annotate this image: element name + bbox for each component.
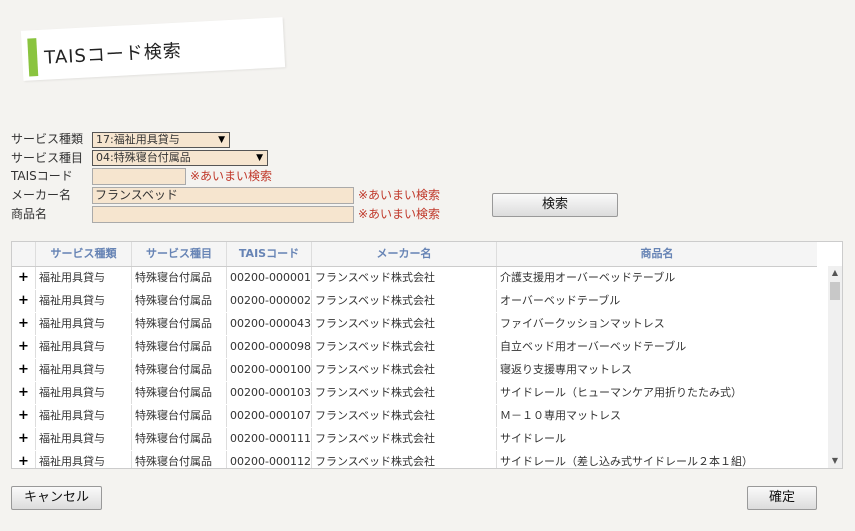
cell-product: 自立ベッド用オーバーベッドテーブル	[500, 340, 687, 353]
column-header-maker[interactable]: メーカー名	[312, 242, 497, 266]
cell-service-item: 特殊寝台付属品	[132, 382, 227, 404]
grid-scrollbar[interactable]: ▲ ▼	[828, 266, 842, 468]
results-grid: サービス種類 サービス種目 TAISコード メーカー名 商品名 + 福祉用具貸与特…	[11, 241, 843, 469]
tais-code-label: TAISコード	[11, 169, 73, 183]
cell-service-type: 福祉用具貸与	[36, 382, 132, 404]
confirm-button[interactable]: 確定	[747, 486, 817, 510]
table-row[interactable]: + 福祉用具貸与 特殊寝台付属品 00200-000103 フランスベッド株式会社 サイド…	[12, 382, 817, 406]
product-input[interactable]	[92, 206, 354, 223]
expand-button[interactable]: +	[12, 359, 36, 381]
cell-tais-code: 00200-000001	[227, 267, 312, 289]
expand-button[interactable]: +	[12, 336, 36, 358]
maker-label: メーカー名	[11, 188, 72, 202]
table-row[interactable]: + 福祉用具貸与 特殊寝台付属品 00200-000112 フランスベッド株式会社 サイド…	[12, 451, 817, 468]
table-row[interactable]: + 福祉用具貸与 特殊寝台付属品 00200-000107 フランスベッド株式会社 Ｍ－１…	[12, 405, 817, 429]
cell-maker: フランスベッド株式会社	[312, 313, 497, 335]
service-item-label: サービス種目	[11, 151, 84, 165]
scroll-up-icon[interactable]: ▲	[828, 266, 842, 280]
expand-column-header	[12, 242, 36, 266]
search-button[interactable]: 検索	[492, 193, 618, 217]
cell-product: 介護支援用オーバーベッドテーブル	[500, 271, 676, 284]
cell-service-type: 福祉用具貸与	[36, 405, 132, 427]
cell-product: サイドレール	[500, 432, 566, 445]
table-row[interactable]: + 福祉用具貸与 特殊寝台付属品 00200-000098 フランスベッド株式会社 自立ベ…	[12, 336, 817, 360]
column-header-service-type[interactable]: サービス種類	[36, 242, 132, 266]
dropdown-arrow-icon: ▼	[218, 135, 225, 145]
table-row[interactable]: + 福祉用具貸与 特殊寝台付属品 00200-000111 フランスベッド株式会社 サイド…	[12, 428, 817, 452]
expand-button[interactable]: +	[12, 267, 36, 289]
cell-maker: フランスベッド株式会社	[312, 336, 497, 358]
column-header-product[interactable]: 商品名	[497, 242, 817, 266]
expand-button[interactable]: +	[12, 451, 36, 468]
product-label: 商品名	[11, 207, 48, 221]
table-row[interactable]: + 福祉用具貸与 特殊寝台付属品 00200-000002 フランスベッド株式会社 オーバ…	[12, 290, 817, 314]
expand-button[interactable]: +	[12, 290, 36, 312]
maker-input[interactable]: フランスベッド	[92, 187, 354, 204]
cell-maker: フランスベッド株式会社	[312, 405, 497, 427]
cell-service-item: 特殊寝台付属品	[132, 451, 227, 468]
cell-tais-code: 00200-000002	[227, 290, 312, 312]
service-type-value: 17:福祉用具貸与	[96, 133, 180, 146]
cell-product: 寝返り支援専用マットレス	[500, 363, 632, 376]
cell-product: ファイバークッションマットレス	[500, 317, 665, 330]
service-item-select[interactable]: 04:特殊寝台付属品 ▼	[92, 150, 268, 166]
cell-service-type: 福祉用具貸与	[36, 428, 132, 450]
cell-service-type: 福祉用具貸与	[36, 267, 132, 289]
dropdown-arrow-icon: ▼	[256, 153, 263, 163]
cancel-button[interactable]: キャンセル	[11, 486, 102, 510]
cell-service-type: 福祉用具貸与	[36, 451, 132, 468]
cell-service-item: 特殊寝台付属品	[132, 428, 227, 450]
cell-tais-code: 00200-000098	[227, 336, 312, 358]
cell-maker: フランスベッド株式会社	[312, 267, 497, 289]
cell-service-type: 福祉用具貸与	[36, 359, 132, 381]
cell-maker: フランスベッド株式会社	[312, 359, 497, 381]
maker-note: ※あいまい検索	[358, 188, 441, 202]
service-type-label: サービス種類	[11, 132, 84, 146]
cell-maker: フランスベッド株式会社	[312, 451, 497, 468]
cell-service-item: 特殊寝台付属品	[132, 267, 227, 289]
grid-header: サービス種類 サービス種目 TAISコード メーカー名 商品名	[12, 242, 817, 267]
column-header-tais-code[interactable]: TAISコード	[227, 242, 312, 266]
product-note: ※あいまい検索	[358, 207, 441, 221]
title-accent-bar	[27, 38, 39, 77]
table-row[interactable]: + 福祉用具貸与 特殊寝台付属品 00200-000001 フランスベッド株式会社 介護支…	[12, 267, 817, 291]
tais-code-input[interactable]	[92, 168, 186, 185]
cell-tais-code: 00200-000043	[227, 313, 312, 335]
cell-tais-code: 00200-000111	[227, 428, 312, 450]
cell-service-item: 特殊寝台付属品	[132, 313, 227, 335]
cell-product: オーバーベッドテーブル	[500, 294, 621, 307]
cell-tais-code: 00200-000103	[227, 382, 312, 404]
cell-product: サイドレール（ヒューマンケア用折りたたみ式）	[500, 386, 742, 399]
cell-service-type: 福祉用具貸与	[36, 313, 132, 335]
cell-product: サイドレール（差し込み式サイドレール２本１組）	[500, 455, 753, 468]
expand-button[interactable]: +	[12, 428, 36, 450]
cell-maker: フランスベッド株式会社	[312, 382, 497, 404]
cell-service-item: 特殊寝台付属品	[132, 405, 227, 427]
expand-button[interactable]: +	[12, 382, 36, 404]
cell-tais-code: 00200-000107	[227, 405, 312, 427]
expand-button[interactable]: +	[12, 405, 36, 427]
cell-maker: フランスベッド株式会社	[312, 428, 497, 450]
cell-service-type: 福祉用具貸与	[36, 336, 132, 358]
cell-tais-code: 00200-000100	[227, 359, 312, 381]
cell-service-item: 特殊寝台付属品	[132, 336, 227, 358]
tais-code-note: ※あいまい検索	[190, 169, 273, 183]
table-row[interactable]: + 福祉用具貸与 特殊寝台付属品 00200-000100 フランスベッド株式会社 寝返り…	[12, 359, 817, 383]
scroll-thumb[interactable]	[830, 282, 840, 300]
cell-product: Ｍ－１０専用マットレス	[500, 409, 621, 422]
service-item-value: 04:特殊寝台付属品	[96, 151, 191, 164]
cell-service-item: 特殊寝台付属品	[132, 359, 227, 381]
table-row[interactable]: + 福祉用具貸与 特殊寝台付属品 00200-000043 フランスベッド株式会社 ファイ…	[12, 313, 817, 337]
cell-service-item: 特殊寝台付属品	[132, 290, 227, 312]
cell-service-type: 福祉用具貸与	[36, 290, 132, 312]
expand-button[interactable]: +	[12, 313, 36, 335]
cell-maker: フランスベッド株式会社	[312, 290, 497, 312]
page-title-banner: TAISコード検索	[20, 17, 286, 81]
column-header-service-item[interactable]: サービス種目	[132, 242, 227, 266]
service-type-select[interactable]: 17:福祉用具貸与 ▼	[92, 132, 230, 148]
page-title: TAISコード検索	[43, 40, 183, 69]
cell-tais-code: 00200-000112	[227, 451, 312, 468]
scroll-down-icon[interactable]: ▼	[828, 454, 842, 468]
